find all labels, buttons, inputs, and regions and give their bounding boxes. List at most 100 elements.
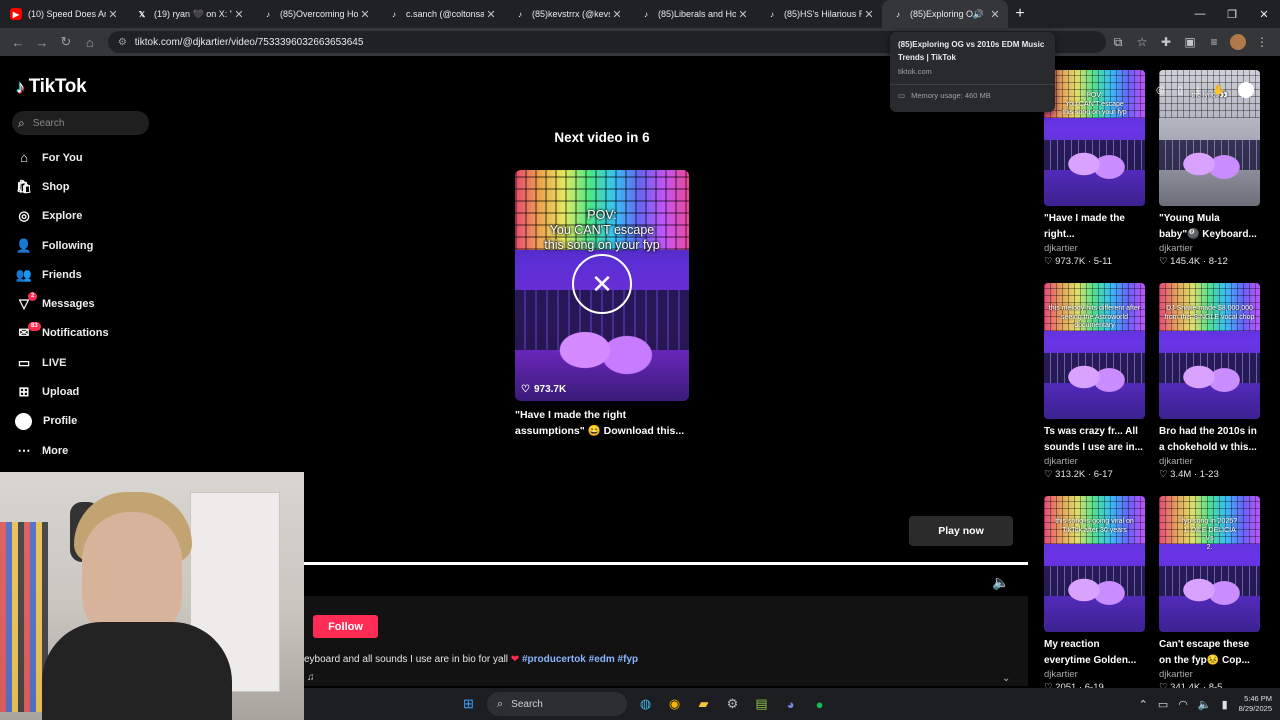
video-card-thumbnail[interactable]: fyp song in 2025? 1. DILE DELICIA Vs 2. — [1159, 496, 1260, 632]
chevron-down-icon[interactable]: ⌄ — [1002, 673, 1010, 684]
extensions-icon[interactable]: ✚ — [1154, 30, 1178, 54]
chrome-icon[interactable]: ◉ — [660, 688, 689, 720]
browser-tab[interactable]: ♪ (85)kevstrrx (@kevstr ✕ — [504, 0, 630, 28]
search-input[interactable]: ⌕ Search — [12, 111, 149, 135]
toggle-dot[interactable] — [1238, 82, 1254, 98]
wifi-icon[interactable]: ◠ — [1178, 698, 1188, 711]
battery-icon[interactable]: ▮ — [1222, 698, 1228, 711]
video-card-user[interactable]: djkartier — [1159, 455, 1260, 468]
next-video-thumbnail[interactable]: POV: You CAN'T escape this song on your … — [515, 170, 689, 401]
system-clock[interactable]: 5:46 PM 8/29/2025 — [1239, 694, 1272, 714]
video-card-user[interactable]: djkartier — [1044, 242, 1145, 255]
browser-tab[interactable]: 𝕏 (19) ryan 🖤 on X: "iSh✕ — [126, 0, 252, 28]
browser-tab[interactable]: ♪ c.sanch (@coltonsanc✕ — [378, 0, 504, 28]
browser-tab[interactable]: ▶ (10) Speed Does Ame✕ — [0, 0, 126, 28]
discord-icon[interactable]: ◕ — [776, 688, 805, 720]
tab-close-icon[interactable]: ✕ — [988, 8, 1002, 21]
description-hashtags[interactable]: #producertok #edm #fyp — [522, 654, 638, 665]
video-card[interactable]: this song is going viral on TikTok after… — [1044, 496, 1145, 694]
tray-chevron-icon[interactable]: ⌃ — [1139, 698, 1148, 711]
tab-close-icon[interactable]: ✕ — [862, 8, 876, 21]
video-card-title[interactable]: Can't escape these on the fyp😣 Cop... — [1159, 637, 1260, 668]
profile-avatar[interactable] — [1230, 34, 1246, 50]
video-card[interactable]: POV: You CAN'T escape this song on your … — [1044, 70, 1145, 268]
video-card-user[interactable]: djkartier — [1044, 668, 1145, 681]
minimize-icon[interactable]: — — [1184, 0, 1216, 28]
sidebar-item-profile[interactable]: Profile — [14, 407, 164, 436]
tab-close-icon[interactable]: ✕ — [358, 8, 372, 21]
sidebar-item-upload[interactable]: ⊞ Upload — [14, 377, 164, 406]
device-icon[interactable]: ▯ — [1177, 85, 1183, 96]
video-card-title[interactable]: "Young Mula baby"🎱 Keyboard... — [1159, 211, 1260, 242]
speaker-icon[interactable]: 🔈 — [1198, 698, 1212, 711]
site-info-icon[interactable]: ⚙ — [118, 37, 127, 48]
video-card-thumbnail[interactable]: this melody hits different after seeing … — [1044, 283, 1145, 419]
new-tab-icon[interactable]: + — [1008, 5, 1032, 23]
tab-close-icon[interactable]: ✕ — [232, 8, 246, 21]
video-progress-bar[interactable] — [304, 562, 1028, 565]
file-explorer-icon[interactable]: ▰ — [689, 688, 718, 720]
follow-button[interactable]: Follow — [313, 615, 378, 638]
tab-close-icon[interactable]: ✕ — [610, 8, 624, 21]
sidebar-item-shop[interactable]: 🛍 Shop — [14, 172, 164, 201]
hand-icon[interactable]: ✋ — [1213, 85, 1225, 96]
sidebar-item-following[interactable]: 👤 Following — [14, 231, 164, 260]
video-card-user[interactable]: djkartier — [1159, 242, 1260, 255]
compass-mini-icon[interactable]: ◎ — [1156, 85, 1165, 96]
video-card-title[interactable]: "Have I made the right... — [1044, 211, 1145, 242]
restore-icon[interactable]: ❐ — [1216, 0, 1248, 28]
browser-tab[interactable]: ♪ (85)Exploring OG🔊 ✕ — [882, 0, 1008, 28]
taskbar-search[interactable]: ⌕ Search — [487, 692, 627, 716]
tray-device-icon[interactable]: ▭ — [1158, 698, 1168, 711]
install-icon[interactable]: ⧉ — [1106, 30, 1130, 54]
browser-tab[interactable]: ♪ (85)Overcoming Hope✕ — [252, 0, 378, 28]
play-now-button[interactable]: Play now — [909, 516, 1013, 546]
tab-close-icon[interactable]: ✕ — [484, 8, 498, 21]
next-video-caption[interactable]: "Have I made the right assumptions" 😄 Do… — [515, 407, 695, 439]
spotify-icon[interactable]: ● — [805, 688, 834, 720]
video-card[interactable]: DJ Snake made $8,000,000 from this SINGL… — [1159, 283, 1260, 481]
video-card-user[interactable]: djkartier — [1159, 668, 1260, 681]
video-card[interactable]: this melody hits different after seeing … — [1044, 283, 1145, 481]
video-card-title[interactable]: Bro had the 2010s in a chokehold w this.… — [1159, 424, 1260, 455]
sidebar-item-notifications[interactable]: ✉ 83 Notifications — [14, 319, 164, 348]
sidebar-item-messages[interactable]: ▽ 2 Messages — [14, 289, 164, 318]
edge-icon[interactable]: ◍ — [631, 688, 660, 720]
bookmark-star-icon[interactable]: ☆ — [1130, 30, 1154, 54]
close-window-icon[interactable]: ✕ — [1248, 0, 1280, 28]
video-card-title[interactable]: Ts was crazy fr... All sounds I use are … — [1044, 424, 1145, 455]
sidebar-item-for-you[interactable]: ⌂ For You — [14, 143, 164, 172]
video-card-title[interactable]: My reaction everytime Golden... — [1044, 637, 1145, 668]
home-browser-icon[interactable]: ⌂ — [78, 30, 102, 54]
tiktok-logo[interactable]: ♪ TikTok — [16, 76, 87, 98]
tab-close-icon[interactable]: ✕ — [106, 8, 120, 21]
forward-icon[interactable]: → — [30, 30, 54, 54]
tab-audio-icon[interactable]: 🔊 — [973, 9, 984, 20]
sidebar-item-explore[interactable]: ◎ Explore — [14, 202, 164, 231]
volume-icon[interactable]: 🔈 — [992, 574, 1009, 591]
sidebar-item-live[interactable]: ▭ LIVE — [14, 348, 164, 377]
video-card-thumbnail[interactable]: POV: You CAN'T escape this song on your … — [1044, 70, 1145, 206]
windows-start-icon[interactable]: ⊞ — [454, 688, 483, 720]
sidebar-item-more[interactable]: ⋯ More — [14, 436, 164, 465]
video-card-thumbnail[interactable]: DJ Snake made $8,000,000 from this SINGL… — [1159, 283, 1260, 419]
browser-tab[interactable]: ♪ (85)HS's Hilarious Rea✕ — [756, 0, 882, 28]
video-card-thumbnail[interactable]: this song is going viral on TikTok after… — [1044, 496, 1145, 632]
settings-icon[interactable]: ⚙ — [718, 688, 747, 720]
sidebar-item-friends[interactable]: 👥 Friends — [14, 260, 164, 289]
media-icon[interactable]: ≡ — [1202, 30, 1226, 54]
download-icon[interactable]: ⤓ — [1196, 85, 1200, 96]
sidebar-icon[interactable]: ▣ — [1178, 30, 1202, 54]
tab-close-icon[interactable]: ✕ — [736, 8, 750, 21]
video-card[interactable]: fyp song in 2025? 1. DILE DELICIA Vs 2. C… — [1159, 496, 1260, 694]
tiktok-brand: TikTok — [28, 76, 87, 97]
back-icon[interactable]: ← — [6, 30, 30, 54]
cancel-autoplay-icon[interactable]: ✕ — [572, 254, 632, 314]
reload-icon[interactable]: ↻ — [54, 30, 78, 54]
video-card-user[interactable]: djkartier — [1044, 455, 1145, 468]
browser-tab-bar: ▶(10) Speed Does Ame✕𝕏(19) ryan 🖤 on X: … — [0, 0, 1280, 28]
menu-icon[interactable]: ⋮ — [1250, 30, 1274, 54]
app-icon[interactable]: ▤ — [747, 688, 776, 720]
video-card-stats: ♡ 3.4M · 1-23 — [1159, 468, 1260, 481]
browser-tab[interactable]: ♪ (85)Liberals and Hous✕ — [630, 0, 756, 28]
